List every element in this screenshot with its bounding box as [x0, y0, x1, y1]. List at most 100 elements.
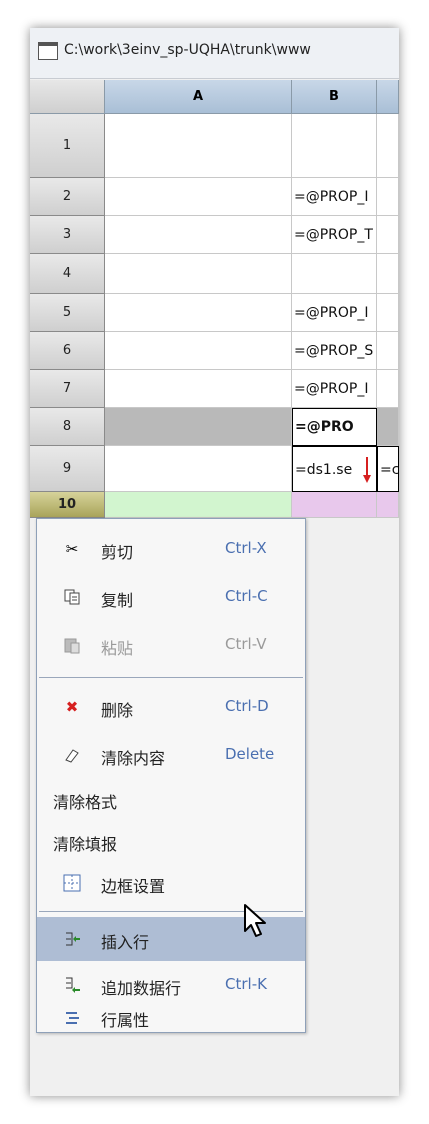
cell-b9[interactable]: =ds1.se [292, 446, 377, 492]
cell-c6[interactable] [377, 332, 399, 370]
mouse-cursor-icon [244, 904, 266, 937]
cell-b8[interactable]: =@PRO [292, 408, 377, 446]
menu-item-label: 行属性 [101, 1011, 150, 1030]
menu-item-label: 剪切 [101, 543, 134, 562]
spreadsheet-window: C:\work\3einv_sp-UQHA\trunk\www A B 1 2 … [30, 28, 399, 1096]
cell-c9[interactable]: =c [377, 446, 399, 492]
menu-item-label: 粘贴 [101, 639, 134, 658]
cell-c3[interactable] [377, 216, 399, 254]
cell-a1[interactable] [105, 114, 292, 178]
border-icon [63, 874, 81, 892]
cell-a4[interactable] [105, 254, 292, 294]
menu-item-label: 删除 [101, 701, 134, 720]
menu-item-shortcut: Ctrl-D [225, 697, 269, 715]
row-header[interactable]: 4 [30, 254, 105, 294]
row-header[interactable]: 6 [30, 332, 105, 370]
cell-b10[interactable] [292, 492, 377, 518]
row-header[interactable]: 3 [30, 216, 105, 254]
row-header[interactable]: 5 [30, 294, 105, 332]
cell-c8[interactable] [377, 408, 399, 446]
table-row: 1 [30, 114, 399, 178]
menu-item-copy[interactable]: 复制 Ctrl-C [37, 575, 305, 619]
menu-item-clear-content[interactable]: 清除内容 Delete [37, 733, 305, 777]
menu-item-shortcut: Ctrl-X [225, 539, 267, 557]
row-properties-icon [63, 1009, 81, 1027]
menu-item-cut[interactable]: ✂ 剪切 Ctrl-X [37, 527, 305, 571]
window-icon [38, 42, 58, 60]
table-row: 4 [30, 254, 399, 294]
corner-header[interactable] [30, 80, 105, 114]
window-title: C:\work\3einv_sp-UQHA\trunk\www [64, 42, 311, 58]
menu-item-shortcut: Ctrl-K [225, 975, 267, 993]
table-row: 3 =@PROP_T [30, 216, 399, 254]
column-header-b[interactable]: B [292, 80, 377, 114]
cell-a3[interactable] [105, 216, 292, 254]
menu-item-clear-format[interactable]: 清除格式 [37, 777, 305, 821]
menu-item-clear-fill[interactable]: 清除填报 [37, 819, 305, 863]
menu-item-label: 复制 [101, 591, 134, 610]
paste-icon [63, 636, 81, 654]
table-row: 10 [30, 492, 399, 518]
insert-row-icon [63, 930, 81, 948]
cell-b6[interactable]: =@PROP_S [292, 332, 377, 370]
table-row: 5 =@PROP_I [30, 294, 399, 332]
menu-item-delete[interactable]: ✖ 删除 Ctrl-D [37, 685, 305, 729]
menu-item-shortcut: Ctrl-C [225, 587, 268, 605]
context-menu: ✂ 剪切 Ctrl-X 复制 Ctrl-C 粘贴 Ctrl-V ✖ 删除 Ctr… [36, 518, 306, 1033]
row-header-selected[interactable]: 10 [30, 492, 105, 518]
eraser-icon [63, 746, 81, 764]
table-row: 7 =@PROP_I [30, 370, 399, 408]
row-header[interactable]: 7 [30, 370, 105, 408]
menu-item-label: 清除填报 [53, 835, 118, 854]
menu-item-append-data-row[interactable]: 追加数据行 Ctrl-K [37, 963, 305, 1007]
cell-b2[interactable]: =@PROP_I [292, 178, 377, 216]
menu-item-label: 清除内容 [101, 749, 166, 768]
cell-a6[interactable] [105, 332, 292, 370]
expand-down-arrow-icon [363, 457, 371, 483]
cell-a9[interactable] [105, 446, 292, 492]
menu-item-shortcut: Delete [225, 745, 275, 763]
menu-item-label: 追加数据行 [101, 979, 182, 998]
cell-c2[interactable] [377, 178, 399, 216]
scissors-icon: ✂ [65, 540, 79, 558]
row-header[interactable]: 1 [30, 114, 105, 178]
row-header[interactable]: 9 [30, 446, 105, 492]
title-bar: C:\work\3einv_sp-UQHA\trunk\www [30, 28, 399, 79]
cell-b7[interactable]: =@PROP_I [292, 370, 377, 408]
row-header[interactable]: 2 [30, 178, 105, 216]
cell-c7[interactable] [377, 370, 399, 408]
table-row: 9 =ds1.se =c [30, 446, 399, 492]
cell-b9-text: =ds1.se [295, 462, 353, 478]
column-header-c[interactable] [377, 80, 399, 114]
column-header-a[interactable]: A [105, 80, 292, 114]
cell-a5[interactable] [105, 294, 292, 332]
menu-item-shortcut: Ctrl-V [225, 635, 267, 653]
cell-c10[interactable] [377, 492, 399, 518]
cell-a10[interactable] [105, 492, 292, 518]
table-row: 2 =@PROP_I [30, 178, 399, 216]
cell-a8[interactable] [105, 408, 292, 446]
column-header-row: A B [30, 80, 399, 114]
cell-a7[interactable] [105, 370, 292, 408]
row-header[interactable]: 8 [30, 408, 105, 446]
cell-b1[interactable] [292, 114, 377, 178]
menu-item-label: 边框设置 [101, 877, 166, 896]
cell-c1[interactable] [377, 114, 399, 178]
cell-a2[interactable] [105, 178, 292, 216]
append-row-icon [63, 976, 81, 994]
copy-icon [63, 588, 81, 606]
cell-c4[interactable] [377, 254, 399, 294]
cell-c5[interactable] [377, 294, 399, 332]
menu-item-label: 清除格式 [53, 793, 118, 812]
menu-item-border-settings[interactable]: 边框设置 [37, 861, 305, 905]
table-row: 8 =@PRO [30, 408, 399, 446]
menu-item-paste[interactable]: 粘贴 Ctrl-V [37, 623, 305, 667]
cell-b3[interactable]: =@PROP_T [292, 216, 377, 254]
menu-separator [39, 677, 303, 678]
cell-b5[interactable]: =@PROP_I [292, 294, 377, 332]
cell-b4[interactable] [292, 254, 377, 294]
menu-item-row-properties[interactable]: 行属性 [37, 1007, 305, 1031]
table-row: 6 =@PROP_S [30, 332, 399, 370]
delete-icon: ✖ [65, 698, 79, 716]
menu-item-label: 插入行 [101, 933, 150, 952]
